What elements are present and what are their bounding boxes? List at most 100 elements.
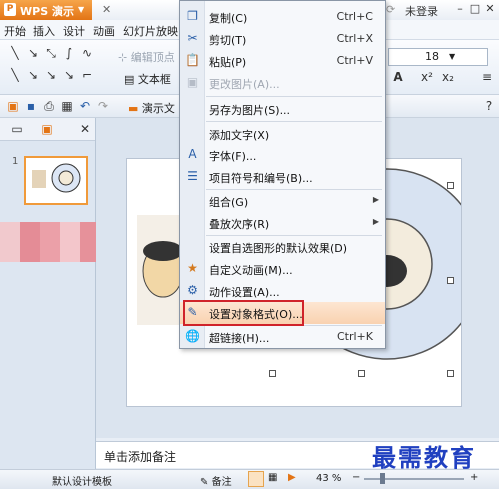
- textbox-icon: ▤: [124, 73, 135, 86]
- font-color-icon[interactable]: A: [391, 70, 405, 84]
- menu-item-cut[interactable]: ✂ 剪切(T) Ctrl+X: [180, 28, 385, 50]
- menu-item-save-as-picture[interactable]: 另存为图片(S)...: [180, 98, 385, 120]
- menu-slideshow[interactable]: 幻灯片放映: [123, 23, 178, 39]
- submenu-arrow-icon: ▶: [372, 195, 379, 204]
- slide-sorter-icon[interactable]: ▦: [268, 472, 277, 483]
- help-icon[interactable]: ?: [482, 99, 496, 113]
- close-window-icon[interactable]: ✕: [483, 2, 497, 16]
- maximize-icon[interactable]: □: [468, 2, 482, 16]
- slide-number: 1: [12, 156, 19, 167]
- notes-icon: ✎: [200, 477, 209, 488]
- arrow-tool-icon[interactable]: ↘: [26, 46, 40, 60]
- slideshow-icon[interactable]: ▶: [288, 472, 296, 483]
- close-pane-icon[interactable]: ✕: [78, 122, 92, 136]
- paste-icon: 📋: [185, 53, 200, 67]
- elbow-arrow-icon[interactable]: ⌐: [80, 68, 94, 82]
- wps-app-menu-button[interactable]: P WPS 演示 ▼: [0, 0, 92, 20]
- print-icon[interactable]: ⎙: [42, 99, 56, 113]
- edit-vertex-button[interactable]: ⊹ 编辑顶点: [118, 49, 175, 65]
- menu-item-font[interactable]: A 字体(F)...: [180, 144, 385, 166]
- menu-home[interactable]: 开始: [4, 23, 26, 39]
- undo-icon[interactable]: ↶: [78, 99, 92, 113]
- menu-item-change-picture[interactable]: ▣ 更改图片(A)...: [180, 72, 385, 94]
- menu-item-bullets[interactable]: ☰ 项目符号和编号(B)...: [180, 166, 385, 188]
- font-icon: A: [188, 147, 197, 161]
- open-icon[interactable]: ▣: [6, 99, 20, 113]
- menu-item-order[interactable]: 叠放次序(R) ▶: [180, 212, 385, 234]
- resize-handle[interactable]: [447, 182, 454, 189]
- notes-placeholder: 单击添加备注: [104, 450, 177, 464]
- highlight-frame: [183, 300, 304, 326]
- menu-item-hyperlink[interactable]: 🌐 超链接(H)... Ctrl+K: [180, 326, 385, 348]
- notes-toggle[interactable]: ✎ 备注: [200, 473, 232, 488]
- menu-item-add-text[interactable]: 添加文字(X): [180, 123, 385, 145]
- login-link[interactable]: 未登录: [405, 3, 438, 19]
- line-tool-icon[interactable]: ╲: [8, 46, 22, 60]
- slides-tab-icon[interactable]: ▭: [10, 122, 24, 136]
- superscript-icon[interactable]: x²: [420, 70, 434, 84]
- change-picture-icon: ▣: [186, 75, 199, 89]
- menu-item-custom-animation[interactable]: ★ 自定义动画(M)...: [180, 258, 385, 280]
- presentation-tab-label: 演示文: [141, 102, 175, 115]
- menu-design[interactable]: 设计: [63, 23, 85, 39]
- connector-tool-icon[interactable]: ╲: [8, 68, 22, 82]
- zoom-out-icon[interactable]: −: [352, 472, 360, 483]
- resize-handle[interactable]: [447, 370, 454, 377]
- connector-double-icon[interactable]: ↘: [44, 68, 58, 82]
- save-icon[interactable]: ▪: [24, 99, 38, 113]
- menu-animation[interactable]: 动画: [93, 23, 115, 39]
- normal-view-icon[interactable]: [248, 471, 264, 487]
- template-name: 默认设计模板: [52, 477, 112, 488]
- context-menu: ❐ 复制(C) Ctrl+C ✂ 剪切(T) Ctrl+X 📋 粘贴(P) Ct…: [179, 0, 386, 349]
- edit-vertex-label: 编辑顶点: [130, 51, 175, 64]
- redo-icon[interactable]: ↷: [96, 99, 110, 113]
- menu-item-group[interactable]: 组合(G) ▶: [180, 190, 385, 212]
- resize-handle[interactable]: [269, 370, 276, 377]
- zoom-slider[interactable]: [364, 473, 464, 484]
- submenu-arrow-icon: ▶: [372, 217, 379, 226]
- resize-handle[interactable]: [447, 277, 454, 284]
- print-preview-icon[interactable]: ▦: [60, 99, 74, 113]
- presentation-tab[interactable]: ▬ 演示文: [128, 100, 175, 116]
- notes-toggle-label: 备注: [211, 477, 232, 488]
- textbox-button[interactable]: ▤ 文本框: [124, 71, 171, 87]
- pane-tabs: ▭ ▣ ✕: [0, 118, 95, 141]
- refresh-icon[interactable]: ⟳: [386, 3, 395, 16]
- textbox-label: 文本框: [137, 73, 171, 86]
- hyperlink-icon: 🌐: [185, 329, 200, 343]
- slide-thumbnail[interactable]: [24, 156, 88, 205]
- edit-vertex-icon: ⊹: [118, 51, 128, 64]
- zoom-in-icon[interactable]: +: [470, 472, 478, 483]
- outline-tab-icon[interactable]: ▣: [40, 122, 54, 136]
- menu-item-action-settings[interactable]: ⚙ 动作设置(A)...: [180, 280, 385, 302]
- chevron-down-icon: ▼: [78, 5, 85, 14]
- app-title: WPS 演示: [20, 5, 74, 18]
- subscript-icon[interactable]: x₂: [441, 70, 455, 84]
- align-right-icon[interactable]: ≡: [480, 70, 494, 84]
- thumbnail-graphic: [32, 163, 81, 193]
- copy-icon: ❐: [187, 9, 198, 23]
- wps-logo-icon: P: [4, 3, 16, 16]
- animation-icon: ★: [187, 261, 198, 275]
- watermark: 最需教育: [372, 443, 476, 472]
- action-icon: ⚙: [187, 283, 198, 297]
- menu-insert[interactable]: 插入: [33, 23, 55, 39]
- elbow-connector-icon[interactable]: ↘: [62, 68, 76, 82]
- menu-item-default-effect[interactable]: 设置自选图形的默认效果(D): [180, 236, 385, 258]
- connector-arrow-icon[interactable]: ↘: [26, 68, 40, 82]
- tab-close-icon[interactable]: ✕: [102, 3, 111, 16]
- resize-handle[interactable]: [358, 370, 365, 377]
- slide-thumbnail-pane: ▭ ▣ ✕ 1: [0, 118, 96, 478]
- presentation-icon: ▬: [128, 102, 139, 115]
- zoom-level: 43 %: [316, 473, 342, 484]
- menu-item-paste[interactable]: 📋 粘贴(P) Ctrl+V: [180, 50, 385, 72]
- curve-tool-icon[interactable]: ∫: [62, 46, 76, 60]
- minimize-icon[interactable]: –: [453, 2, 467, 16]
- freeform-tool-icon[interactable]: ∿: [80, 46, 94, 60]
- bullets-icon: ☰: [187, 169, 198, 183]
- double-arrow-tool-icon[interactable]: ⤡: [44, 46, 58, 60]
- zoom-slider-thumb[interactable]: [380, 473, 385, 484]
- font-size-select[interactable]: 18 ▼: [388, 48, 488, 66]
- cut-icon: ✂: [187, 31, 198, 45]
- menu-item-copy[interactable]: ❐ 复制(C) Ctrl+C: [180, 6, 385, 28]
